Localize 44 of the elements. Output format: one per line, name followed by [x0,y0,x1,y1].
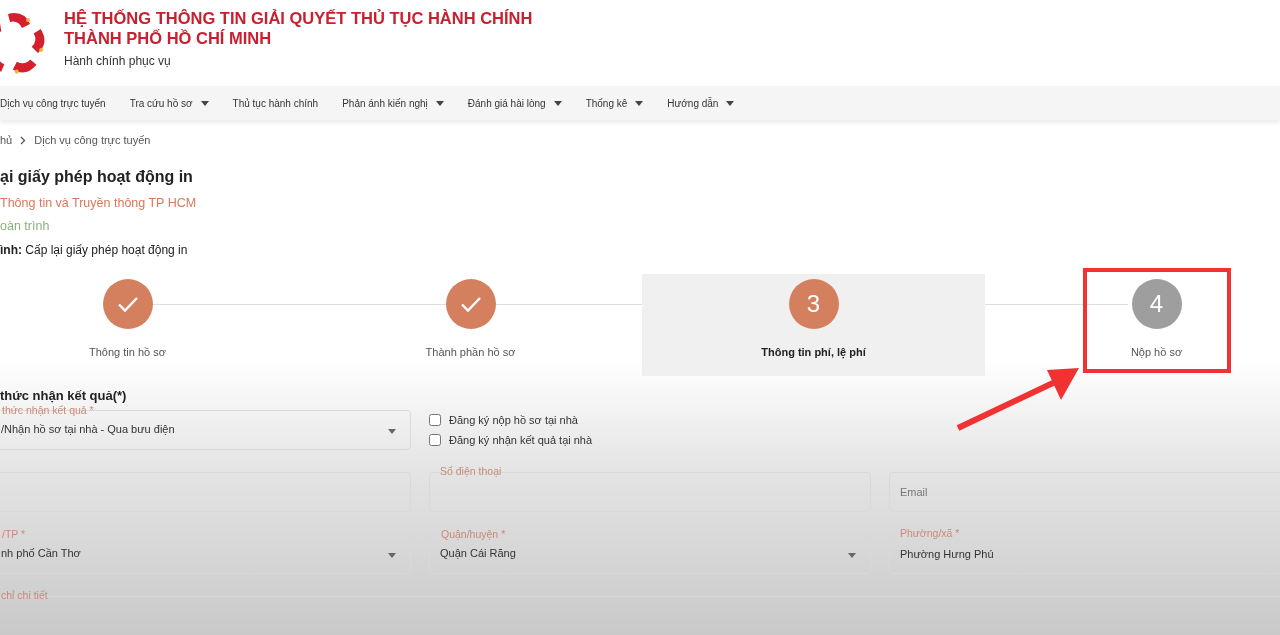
dropdown-caret-icon [848,552,856,558]
checkbox-label: Đăng ký nhận kết quả tại nhà [449,433,593,448]
check-icon [459,295,482,313]
check-icon [116,295,139,313]
dropdown-caret-icon [388,552,396,558]
checkbox[interactable] [429,413,441,426]
step-circle: 4 [1131,279,1182,329]
procedure-name: ình: Cấp lại giấy phép hoạt động in [0,242,189,259]
agency-name: Thông tin và Truyền thông TP HCM [0,194,198,212]
step[interactable]: Thành phần hồ sơ [299,274,642,376]
step[interactable]: 4 Nộp hồ sơ [985,274,1280,376]
nav-item[interactable]: Dịch vụ công trực tuyến [0,95,106,111]
field-label: Phường/xã * [900,525,960,540]
nav-item[interactable]: Hướng dẫn [667,95,735,111]
step-label: Nộp hồ sơ [1130,345,1183,360]
site-title: HỆ THỐNG THÔNG TIN GIẢI QUYẾT THỦ TỤC HÀNH CHÍNH [64,8,533,28]
step-label: Thông tin hồ sơ [89,345,166,360]
dropdown-caret-icon [388,428,396,434]
field-label: chỉ chi tiết [1,587,48,602]
nav-item[interactable]: Phản ánh kiến nghị [342,95,444,111]
step-label: Thành phần hồ sơ [425,345,516,360]
site-title: THÀNH PHỐ HỒ CHÍ MINH [64,28,273,48]
step[interactable]: Thông tin hồ sơ [0,274,299,376]
field-label: Số điện thoại [440,463,502,478]
procedure-title: ại giấy phép hoạt động in [0,166,194,187]
checkbox-option[interactable]: Đăng ký nhận kết quả tại nhà [429,432,871,449]
nav-item[interactable]: Thống kê [585,95,644,111]
input-field[interactable]: Email [889,471,1280,512]
step-circle: 3 [788,279,839,329]
nav-item[interactable]: Thủ tục hành chính [232,95,319,111]
field-label: /TP * [2,526,26,541]
section-heading: thức nhận kết quả(*) [0,387,128,405]
chevron-icon [20,135,27,145]
checkbox-label: Đăng ký nộp hồ sơ tại nhà [449,412,578,428]
service-level: oàn trình [0,218,51,236]
step-label: Thông tin phí, lệ phí [761,345,866,361]
breadcrumb-link[interactable]: Dịch vụ công trực tuyến [34,132,151,149]
step[interactable]: 3 Thông tin phí, lệ phí [642,274,985,376]
site-subtitle: Hành chính phục vụ [64,53,172,70]
breadcrumb-link[interactable]: hủ [0,132,13,149]
checkbox-option[interactable]: Đăng ký nộp hồ sơ tại nhà [429,411,871,428]
nav-item[interactable]: Đánh giá hài lòng [467,95,562,111]
checkbox[interactable] [429,434,441,447]
nav-item[interactable]: Tra cứu hồ sơ [129,95,209,111]
